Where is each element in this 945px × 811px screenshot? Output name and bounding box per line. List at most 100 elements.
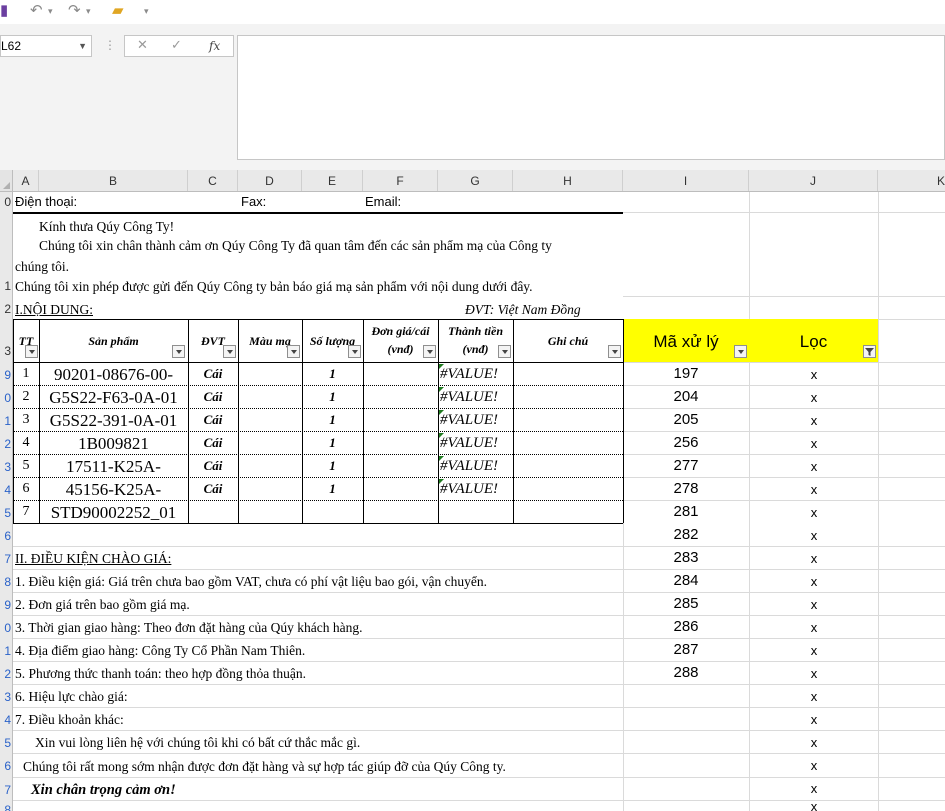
row-header[interactable]: 1 [0, 279, 12, 293]
hope-note: Chúng tôi rất mong sớm nhận được đơn đặt… [23, 759, 506, 774]
column-headers: A B C D E F G H I J K [0, 170, 945, 192]
filter-mark: x [810, 781, 818, 796]
row-header[interactable]: 4 [0, 483, 12, 497]
row-header[interactable]: 3 [0, 344, 12, 358]
save-icon[interactable]: ▮ [0, 2, 8, 20]
filter-dropdown-button[interactable] [423, 345, 436, 358]
row-header[interactable]: 0 [0, 195, 12, 209]
row-header[interactable]: 2 [0, 302, 12, 316]
select-all-button[interactable] [0, 170, 13, 191]
code-cell: 278 [673, 480, 699, 497]
quick-access-toolbar: ▮ ↶ ▾ ↷ ▾ ▰ ▾ [0, 0, 945, 24]
cancel-icon[interactable]: ✕ [137, 37, 148, 53]
filter-mark: x [810, 758, 818, 773]
column-header[interactable]: C [188, 170, 238, 191]
code-cell: 287 [673, 641, 699, 658]
column-header[interactable]: D [238, 170, 302, 191]
filter-dropdown-button[interactable] [348, 345, 361, 358]
greeting-line: Chúng tôi xin chân thành cảm ơn Qúy Công… [39, 238, 552, 253]
filter-dropdown-button[interactable] [734, 345, 747, 358]
column-header[interactable]: I [623, 170, 749, 191]
row-header[interactable]: 9 [0, 368, 12, 382]
filter-dropdown-button[interactable] [287, 345, 300, 358]
cell-total: #VALUE! [440, 389, 499, 405]
row-header[interactable]: 7 [0, 783, 12, 797]
cell-unit: Cái [203, 458, 223, 473]
header-note: Ghi chú [547, 334, 589, 348]
row-header[interactable]: 4 [0, 713, 12, 727]
row-header[interactable]: 7 [0, 552, 12, 566]
column-header[interactable]: K [878, 170, 945, 191]
customize-toolbar-icon[interactable]: ▾ [144, 2, 149, 20]
row-header[interactable]: 2 [0, 667, 12, 681]
cell-product: 17511-K25A- [66, 457, 161, 476]
gridline [623, 385, 945, 386]
row-header[interactable]: 6 [0, 529, 12, 543]
header-filter: Lọc [799, 332, 828, 351]
filter-dropdown-button[interactable] [223, 345, 236, 358]
row-separator [13, 431, 623, 432]
redo-dropdown-icon[interactable]: ▾ [86, 2, 91, 20]
cell-total: #VALUE! [440, 366, 499, 382]
cell-unit: Cái [203, 481, 223, 496]
open-folder-icon[interactable]: ▰ [112, 2, 124, 20]
column-header[interactable]: F [363, 170, 438, 191]
row-header[interactable]: 6 [0, 759, 12, 773]
border [238, 319, 239, 523]
column-header[interactable]: H [513, 170, 623, 191]
column-header[interactable]: B [39, 170, 188, 191]
cell-product: G5S22-F63-0A-01 [49, 388, 178, 407]
code-cell: 281 [673, 503, 699, 520]
row-header[interactable]: 8 [0, 803, 12, 811]
undo-icon[interactable]: ↶ [30, 2, 43, 20]
condition-item: 1. Điều kiện giá: Giá trên chưa bao gồm … [15, 574, 488, 589]
row-header[interactable]: 0 [0, 391, 12, 405]
condition-item: 6. Hiệu lực chào giá: [15, 689, 128, 704]
border [438, 319, 439, 523]
row-header[interactable]: 2 [0, 437, 12, 451]
filter-mark: x [810, 505, 818, 520]
row-header[interactable]: 1 [0, 644, 12, 658]
row-header[interactable]: 1 [0, 414, 12, 428]
row-header[interactable]: 8 [0, 575, 12, 589]
column-header[interactable]: J [749, 170, 878, 191]
cell-unit: Cái [203, 435, 223, 450]
chevron-down-icon[interactable]: ▼ [78, 36, 87, 56]
header-product: Sản phẩm [88, 334, 139, 348]
row-header[interactable]: 3 [0, 460, 12, 474]
column-header[interactable]: A [13, 170, 39, 191]
row-header[interactable]: 3 [0, 690, 12, 704]
column-header[interactable]: E [302, 170, 363, 191]
insert-function-icon[interactable]: fx [209, 39, 220, 53]
more-icon[interactable]: ⋮ [104, 38, 116, 52]
row-header[interactable]: 5 [0, 506, 12, 520]
cell-unit: Cái [203, 389, 223, 404]
row-header[interactable]: 9 [0, 598, 12, 612]
code-cell: 285 [673, 595, 699, 612]
name-box[interactable]: L62 ▼ [0, 35, 92, 57]
cell-unit: Cái [203, 366, 223, 381]
code-cell: 205 [673, 411, 699, 428]
filter-dropdown-button[interactable] [25, 345, 38, 358]
phone-label: Điện thoại: [15, 194, 78, 209]
cell-product: 90201-08676-00- [54, 365, 173, 384]
filter-dropdown-button[interactable] [608, 345, 621, 358]
undo-dropdown-icon[interactable]: ▾ [48, 2, 53, 20]
border [513, 319, 514, 523]
cell-product: G5S22-391-0A-01 [49, 411, 178, 430]
gridline [623, 477, 945, 478]
row-header[interactable]: 0 [0, 621, 12, 635]
formula-input[interactable] [237, 35, 945, 160]
filter-dropdown-button[interactable] [172, 345, 185, 358]
section-title: I.NỘI DUNG: [15, 302, 93, 317]
redo-icon[interactable]: ↷ [68, 2, 81, 20]
row-header[interactable]: 5 [0, 736, 12, 750]
column-header[interactable]: G [438, 170, 513, 191]
cell-qty: 1 [329, 366, 336, 381]
border [13, 319, 623, 320]
filter-active-icon[interactable] [863, 345, 876, 358]
worksheet-grid[interactable]: Điện thoại: Fax: Email: Kính thưa Qúy Cô… [13, 192, 945, 811]
filter-dropdown-button[interactable] [498, 345, 511, 358]
filter-mark: x [810, 799, 818, 811]
enter-icon[interactable]: ✓ [171, 37, 182, 53]
